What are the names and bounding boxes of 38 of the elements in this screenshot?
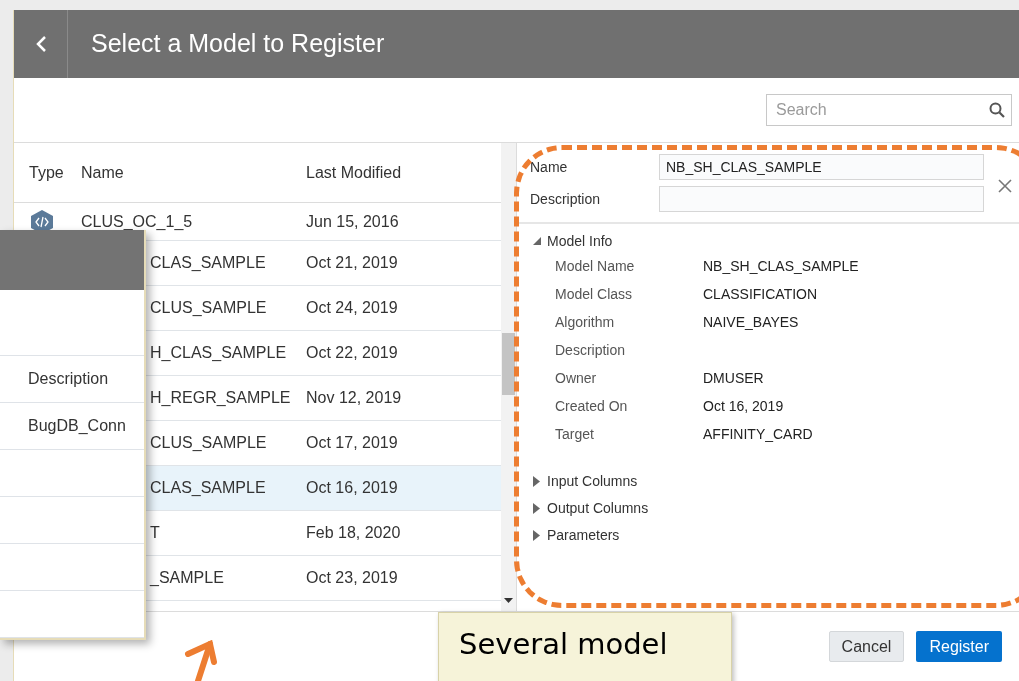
info-label: Description: [555, 340, 627, 360]
last-modified: Jun 15, 2016: [306, 211, 399, 232]
info-value: Oct 16, 2019: [703, 396, 784, 416]
callout-text: Several model: [459, 627, 668, 661]
dialog-title: Select a Model to Register: [91, 28, 385, 60]
last-modified: Oct 22, 2019: [306, 343, 398, 363]
model-name: CLUS_SAMPLE: [150, 433, 268, 453]
model-name: H_REGR_SAMPLE: [150, 388, 292, 408]
model-name: CLAS_SAMPLE: [150, 253, 267, 273]
field-label: Description: [530, 189, 602, 209]
info-value: NB_SH_CLAS_SAMPLE: [703, 256, 859, 276]
info-value: NAIVE_BAYES: [703, 312, 799, 332]
model-name: H_CLAS_SAMPLE: [150, 343, 288, 363]
last-modified: Oct 17, 2019: [306, 433, 398, 453]
info-label: Target: [555, 424, 595, 444]
info-value: DMUSER: [703, 368, 764, 388]
model-name: T: [150, 523, 161, 543]
last-modified: Nov 12, 2019: [306, 388, 402, 408]
info-label: Owner: [555, 368, 598, 388]
info-label: Created On: [555, 396, 629, 416]
field-label: Name: [530, 157, 569, 177]
last-modified: Oct 21, 2019: [306, 253, 398, 273]
model-name: CLUS_SAMPLE: [150, 298, 268, 318]
last-modified: Oct 23, 2019: [306, 568, 398, 588]
info-label: Model Class: [555, 284, 634, 304]
info-value: AFFINITY_CARD: [703, 424, 813, 444]
model-name: _SAMPLE: [150, 568, 225, 588]
column-header: Name: [81, 162, 125, 183]
last-modified: Feb 18, 2020: [306, 523, 401, 543]
column-header: Type: [29, 162, 65, 183]
info-label: Algorithm: [555, 312, 616, 332]
model-name: CLAS_SAMPLE: [150, 478, 267, 498]
column-header: Last Modified: [306, 162, 402, 183]
last-modified: Oct 24, 2019: [306, 298, 398, 318]
info-value: CLASSIFICATION: [703, 284, 818, 304]
model-name: CLUS_OC_1_5: [81, 211, 194, 232]
info-label: Model Name: [555, 256, 636, 276]
last-modified: Oct 16, 2019: [306, 478, 398, 498]
